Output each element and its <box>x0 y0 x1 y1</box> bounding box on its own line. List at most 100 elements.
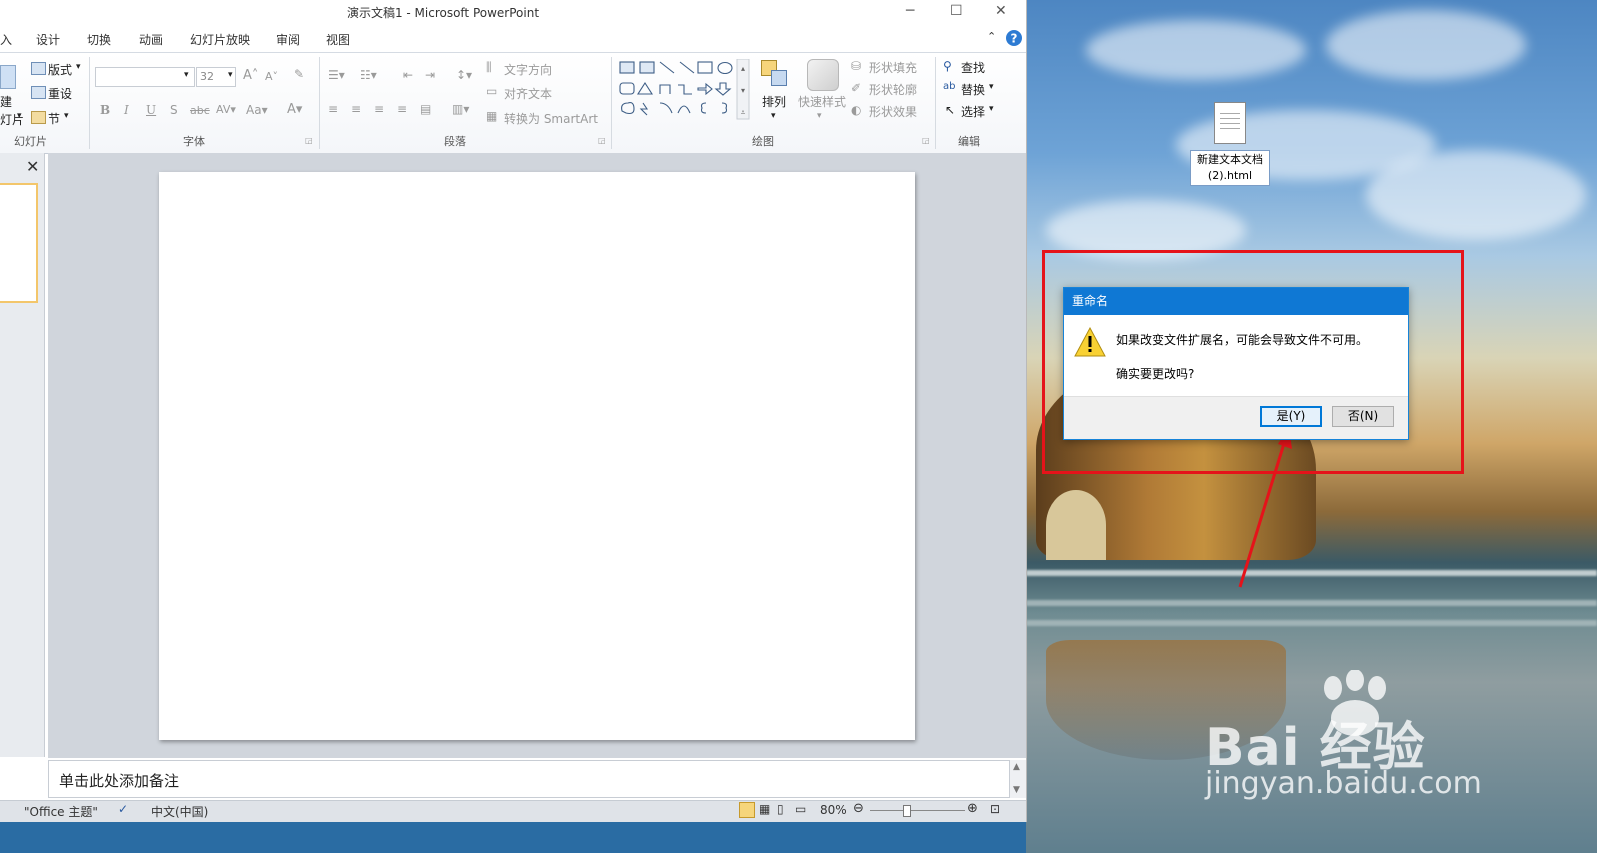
find-button[interactable]: 查找 <box>961 59 985 76</box>
dialog-launcher-icon[interactable]: ◲ <box>922 136 930 145</box>
notes-pane[interactable]: 单击此处添加备注 <box>48 760 1010 798</box>
normal-view-icon[interactable] <box>739 802 755 818</box>
distributed-icon[interactable]: ▤ <box>420 102 431 116</box>
decrease-indent-icon[interactable]: ⇤ <box>403 68 413 82</box>
char-spacing-icon[interactable]: AV▾ <box>216 103 236 116</box>
dialog-title: 重命名 <box>1064 288 1408 315</box>
text-file-icon <box>1214 102 1246 144</box>
desktop-file-label[interactable]: 新建文本文档 (2).html <box>1190 150 1270 186</box>
yes-button[interactable]: 是(Y) <box>1260 406 1322 427</box>
dialog-launcher-icon[interactable]: ◲ <box>598 136 606 145</box>
zoom-in-icon[interactable]: ⊕ <box>967 801 978 816</box>
language-status[interactable]: 中文(中国) <box>151 803 208 820</box>
notes-scrollbar[interactable]: ▲ ▼ <box>1010 760 1026 798</box>
tab-review[interactable]: 审阅 <box>276 31 300 48</box>
close-icon[interactable]: ✕ <box>995 3 1007 19</box>
chevron-down-icon[interactable]: ▾ <box>228 70 233 80</box>
italic-icon[interactable]: I <box>124 103 129 117</box>
layout-button[interactable]: 版式 <box>48 61 72 78</box>
arrange-icon <box>761 60 787 88</box>
shape-outline-button[interactable]: 形状轮廓 <box>869 81 917 98</box>
align-center-icon[interactable]: ≡ <box>351 102 361 116</box>
increase-indent-icon[interactable]: ⇥ <box>425 68 435 82</box>
chevron-down-icon[interactable]: ▾ <box>76 62 81 72</box>
chevron-down-icon[interactable]: ▾ <box>771 111 776 121</box>
dialog-launcher-icon[interactable]: ◲ <box>305 136 313 145</box>
theme-name[interactable]: "Office 主题" <box>24 803 98 820</box>
tab-view[interactable]: 视图 <box>326 31 350 48</box>
chevron-down-icon[interactable]: ▾ <box>817 111 822 121</box>
align-left-icon[interactable]: ≡ <box>328 102 338 116</box>
chevron-down-icon[interactable]: ▾ <box>64 111 69 121</box>
shrink-font-icon[interactable]: A˅ <box>265 70 278 83</box>
arrange-button[interactable]: 排列 <box>762 93 786 110</box>
slide-thumbnail[interactable] <box>0 183 38 303</box>
select-button[interactable]: 选择 <box>961 103 985 120</box>
ribbon-tabs: 入 设计 切换 动画 幻灯片放映 审阅 视图 ⌃ ? <box>0 26 1026 50</box>
font-color-icon[interactable]: A▾ <box>287 102 302 117</box>
fit-to-window-icon[interactable]: ⊡ <box>990 802 1000 816</box>
slide-sorter-icon[interactable]: ▦ <box>759 802 770 816</box>
chevron-down-icon[interactable]: ▾ <box>989 82 994 92</box>
font-name-box[interactable] <box>95 67 195 87</box>
bold-icon[interactable]: B <box>100 103 110 117</box>
justify-icon[interactable]: ≡ <box>397 102 407 116</box>
grow-font-icon[interactable]: A˄ <box>243 68 258 83</box>
underline-icon[interactable]: U <box>146 103 156 117</box>
status-bar: "Office 主题" ✓ 中文(中国) ▦ ▯ ▭ 80% ⊖ ⊕ ⊡ <box>0 800 1026 823</box>
group-separator <box>611 57 612 149</box>
columns-icon[interactable]: ▥▾ <box>452 102 469 116</box>
slideshow-icon[interactable]: ▭ <box>795 802 806 816</box>
change-case-icon[interactable]: Aa▾ <box>246 103 268 117</box>
tab-insert[interactable]: 入 <box>0 31 12 48</box>
watermark-url: jingyan.baidu.com <box>1205 766 1482 801</box>
align-right-icon[interactable]: ≡ <box>374 102 384 116</box>
zoom-slider-track[interactable] <box>870 810 965 811</box>
tab-slideshow[interactable]: 幻灯片放映 <box>190 31 250 48</box>
quick-styles-button[interactable]: 快速样式 <box>798 93 846 110</box>
chevron-down-icon[interactable]: ▾ <box>17 111 22 121</box>
reading-view-icon[interactable]: ▯ <box>777 802 784 816</box>
shapes-gallery[interactable]: ▴ ▾ ⩡ <box>618 59 752 121</box>
shadow-icon[interactable]: S <box>170 103 178 117</box>
slide-canvas[interactable] <box>159 172 915 740</box>
group-separator <box>89 57 90 149</box>
clear-format-icon[interactable]: ✎ <box>294 67 304 81</box>
tab-design[interactable]: 设计 <box>36 31 60 48</box>
reset-button[interactable]: 重设 <box>48 85 72 102</box>
section-button[interactable]: 节 <box>48 110 60 127</box>
taskbar <box>0 822 1026 853</box>
strikethrough-icon[interactable]: abc <box>190 104 210 117</box>
convert-smartart-button[interactable]: 转换为 SmartArt <box>504 110 598 127</box>
replace-button[interactable]: 替换 <box>961 81 985 98</box>
tab-transitions[interactable]: 切换 <box>87 31 111 48</box>
bullets-icon[interactable]: ☰▾ <box>328 68 345 82</box>
line-spacing-icon[interactable]: ↕▾ <box>456 68 472 82</box>
text-direction-button[interactable]: 文字方向 <box>504 61 552 78</box>
zoom-slider-thumb[interactable] <box>903 805 911 817</box>
drawing-group-label: 绘图 <box>752 135 774 148</box>
desktop-file-icon[interactable]: 新建文本文档 (2).html <box>1190 102 1270 186</box>
editing-group-label: 编辑 <box>958 135 980 148</box>
new-slide-icon[interactable] <box>0 65 16 89</box>
shape-effects-button[interactable]: 形状效果 <box>869 103 917 120</box>
new-slide-label[interactable]: 建 <box>0 93 12 110</box>
tab-animations[interactable]: 动画 <box>139 31 163 48</box>
minimize-icon[interactable]: ─ <box>906 3 914 19</box>
shape-fill-button[interactable]: 形状填充 <box>869 59 917 76</box>
zoom-level[interactable]: 80% <box>820 803 847 817</box>
maximize-icon[interactable]: ☐ <box>950 3 963 19</box>
numbering-icon[interactable]: ☷▾ <box>360 68 377 82</box>
quick-styles-icon <box>807 59 839 91</box>
spellcheck-icon[interactable]: ✓ <box>118 802 128 816</box>
no-button[interactable]: 否(N) <box>1332 406 1394 427</box>
align-text-button[interactable]: 对齐文本 <box>504 85 552 102</box>
chevron-up-icon[interactable]: ⌃ <box>987 30 996 43</box>
chevron-down-icon[interactable]: ▾ <box>989 104 994 114</box>
zoom-out-icon[interactable]: ⊖ <box>853 801 864 816</box>
close-icon[interactable]: ✕ <box>26 157 39 176</box>
chevron-down-icon[interactable]: ▾ <box>184 70 189 80</box>
svg-text:▾: ▾ <box>741 86 745 95</box>
binoculars-icon: ⚲ <box>943 59 952 73</box>
help-icon[interactable]: ? <box>1006 30 1022 46</box>
